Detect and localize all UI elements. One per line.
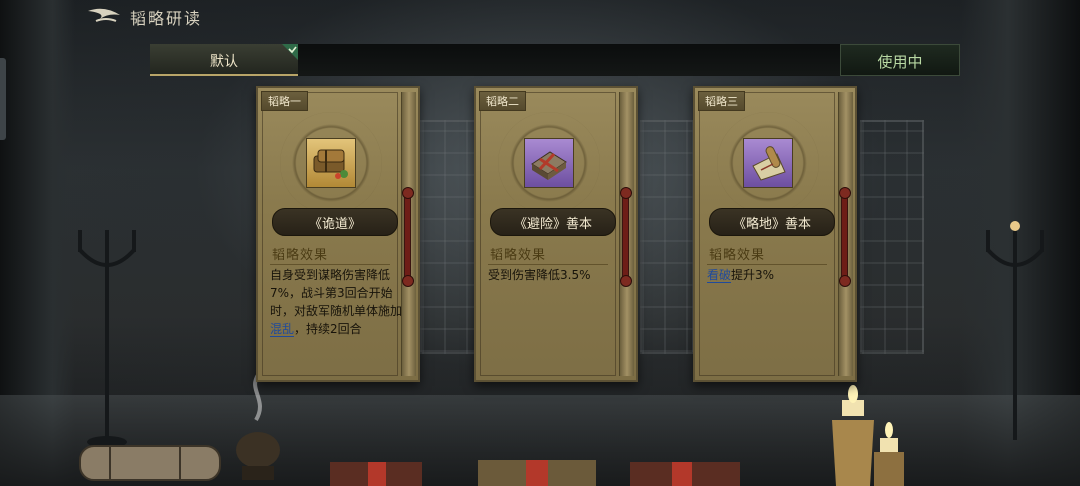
- unrolled-map-scroll-icon: [752, 146, 786, 181]
- background-lattice-window-mid: [640, 120, 694, 354]
- strategy-book-slot[interactable]: [306, 138, 356, 188]
- card-slot-tag: 韬略一: [261, 91, 308, 111]
- side-drawer-handle[interactable]: [0, 58, 6, 140]
- keyword-link-insight[interactable]: 看破: [707, 268, 732, 283]
- card-scroll-slider[interactable]: [402, 187, 414, 287]
- card-slot-tag: 韬略三: [698, 91, 745, 111]
- candelabra-right-icon: [986, 221, 1044, 440]
- effect-title: 韬略效果: [706, 244, 828, 265]
- effect-description: 受到伤害降低3.5%: [488, 268, 591, 282]
- tab-default-label: 默认: [210, 54, 238, 70]
- scroll-roll-icon: [79, 445, 221, 481]
- tied-book-icon: [531, 151, 567, 180]
- check-icon: [282, 44, 298, 60]
- in-use-button[interactable]: 使用中: [840, 44, 960, 76]
- bundled-scroll-books-icon: [313, 149, 348, 179]
- strategy-name: 《略地》善本: [732, 217, 811, 232]
- strategy-book-slot[interactable]: [743, 138, 793, 188]
- strategy-name-plate: 《略地》善本: [709, 208, 835, 236]
- strategy-name: 《诡道》: [308, 217, 361, 232]
- effect-description: 自身受到谋略伤害降低7%，战斗第3回合开始时，对敌军随机单体施加混乱，持续2回合: [270, 268, 403, 337]
- strategy-card-1[interactable]: 韬略一 《诡道》 韬略效果 自身受到谋略伤害降低7%，战斗第3回合开始时，对敌军…: [256, 86, 420, 382]
- book-stack-icon: [330, 460, 740, 486]
- background-lattice-window-right: [860, 120, 924, 354]
- effect-title: 韬略效果: [269, 244, 391, 265]
- top-header: 韬略研读: [0, 0, 1080, 32]
- card-slot-tag: 韬略二: [479, 91, 526, 111]
- strategy-card-2[interactable]: 韬略二 《避险》善本 韬略效果 受到伤害降低3.5%: [474, 86, 638, 382]
- back-arrow-icon[interactable]: [86, 7, 122, 27]
- keyword-link-confusion[interactable]: 混乱: [270, 322, 295, 337]
- candelabra-left-icon: [78, 230, 136, 448]
- effect-description: 看破提升3%: [707, 268, 775, 283]
- strategy-card-3[interactable]: 韬略三 《略地》善本 韬略效果 看破提升3%: [693, 86, 857, 382]
- tab-default[interactable]: 默认: [150, 44, 298, 76]
- card-scroll-slider[interactable]: [620, 187, 632, 287]
- strategy-book-slot[interactable]: [524, 138, 574, 188]
- candle-on-holder-icon: [832, 385, 904, 486]
- card-scroll-slider[interactable]: [839, 187, 851, 287]
- page-title: 韬略研读: [130, 9, 203, 28]
- strategy-name-plate: 《诡道》: [272, 208, 398, 236]
- in-use-label: 使用中: [877, 53, 923, 71]
- effect-title: 韬略效果: [487, 244, 609, 265]
- strategy-name: 《避险》善本: [513, 217, 592, 232]
- strategy-name-plate: 《避险》善本: [490, 208, 616, 236]
- incense-burner-icon: [236, 373, 280, 480]
